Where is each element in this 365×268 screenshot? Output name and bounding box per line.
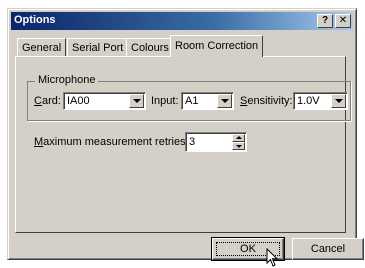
sensitivity-value: 1.0V: [297, 95, 320, 107]
tab-panel-room-correction: Microphone Card: IA00 Input: A1 Sensitiv…: [15, 56, 351, 233]
mouse-pointer-icon: [266, 248, 279, 267]
tab-serial-port[interactable]: Serial Port: [67, 38, 129, 56]
tab-room-correction[interactable]: Room Correction: [170, 35, 264, 57]
spin-up-icon[interactable]: [232, 134, 245, 142]
card-value: IA00: [67, 95, 90, 107]
cancel-button[interactable]: Cancel: [292, 238, 364, 260]
retries-label: Maximum measurement retries:: [34, 136, 189, 148]
cancel-label: Cancel: [310, 243, 346, 255]
tab-general[interactable]: General: [17, 38, 67, 56]
microphone-group-label: Microphone: [35, 74, 99, 86]
input-value: A1: [185, 95, 199, 107]
input-select[interactable]: A1: [181, 92, 234, 110]
help-button[interactable]: ?: [317, 14, 333, 28]
card-select[interactable]: IA00: [63, 92, 146, 110]
ok-label: OK: [240, 243, 256, 255]
sensitivity-label: Sensitivity:: [240, 95, 293, 107]
chevron-down-icon[interactable]: [129, 94, 144, 108]
close-button[interactable]: ✕: [335, 14, 351, 28]
options-dialog: Options ? ✕ General Serial Port Colours …: [7, 8, 364, 261]
chevron-down-icon[interactable]: [217, 94, 232, 108]
retries-spinner[interactable]: 3: [185, 132, 247, 152]
window-title: Options: [14, 14, 56, 26]
retries-value: 3: [189, 136, 196, 148]
input-label: Input:: [151, 95, 179, 107]
card-label: Card:: [34, 95, 61, 107]
spin-down-icon[interactable]: [232, 142, 245, 150]
sensitivity-select[interactable]: 1.0V: [293, 92, 348, 110]
tab-colours[interactable]: Colours: [126, 38, 174, 56]
close-icon: ✕: [338, 15, 348, 26]
chevron-down-icon[interactable]: [331, 94, 346, 108]
title-bar[interactable]: Options ? ✕: [11, 12, 353, 30]
